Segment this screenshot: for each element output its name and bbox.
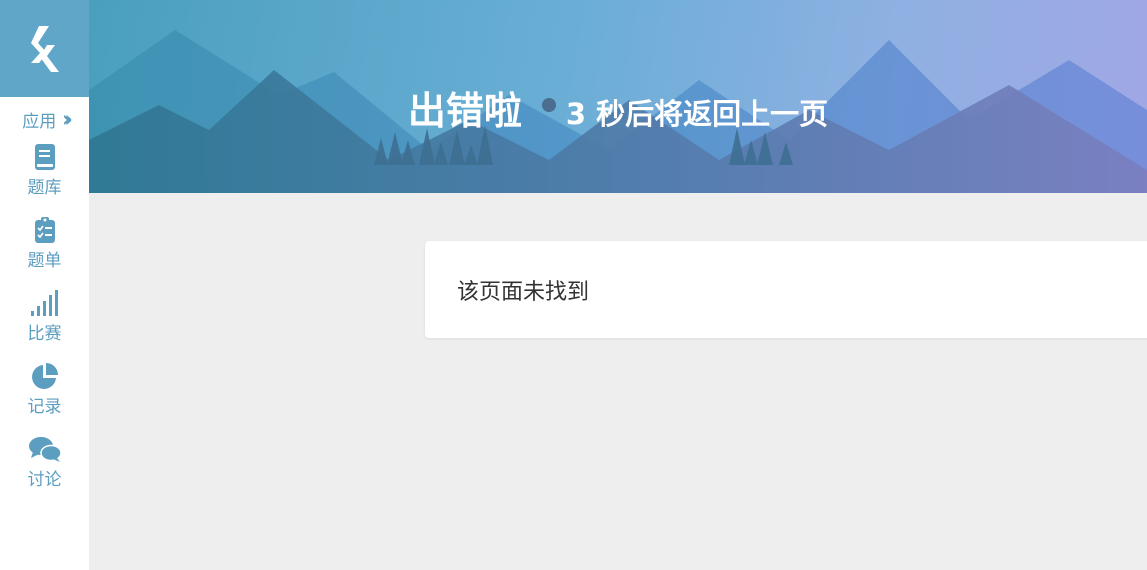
book-icon bbox=[34, 141, 56, 171]
not-found-message: 该页面未找到 bbox=[457, 279, 590, 305]
error-title: 出错啦 bbox=[407, 89, 522, 133]
apps-label: 应用 bbox=[22, 111, 57, 132]
sidebar-item-contests[interactable]: 比赛 bbox=[0, 287, 89, 360]
sidebar-item-problems[interactable]: 题库 bbox=[0, 141, 89, 214]
sidebar-item-label: 题单 bbox=[27, 251, 62, 271]
sidebar-item-label: 比赛 bbox=[27, 324, 62, 344]
apps-toggle[interactable]: 应用 ›› bbox=[0, 97, 89, 141]
sidebar-item-label: 题库 bbox=[27, 178, 62, 198]
double-chevron-right-icon: ›› bbox=[62, 105, 73, 133]
sidebar-item-label: 记录 bbox=[27, 397, 62, 417]
logo-icon bbox=[30, 25, 59, 72]
sidebar-item-label: 讨论 bbox=[27, 470, 62, 490]
sidebar-item-problem-lists[interactable]: 题单 bbox=[0, 214, 89, 287]
sidebar: 应用 ›› 题库 题单 比赛 记录 讨论 bbox=[0, 0, 89, 570]
clipboard-list-icon bbox=[34, 214, 56, 244]
site-logo[interactable] bbox=[0, 0, 89, 97]
redirect-countdown: 3 秒后将返回上一页 bbox=[565, 97, 829, 131]
error-banner: 出错啦 3 秒后将返回上一页 bbox=[89, 0, 1147, 193]
signal-bars-icon bbox=[30, 287, 60, 317]
sidebar-item-discussions[interactable]: 讨论 bbox=[0, 433, 89, 506]
error-message-card: 该页面未找到 bbox=[425, 241, 1147, 338]
sidebar-item-records[interactable]: 记录 bbox=[0, 360, 89, 433]
chat-bubbles-icon bbox=[28, 433, 62, 463]
pie-chart-icon bbox=[31, 360, 59, 390]
banner-text: 出错啦 3 秒后将返回上一页 bbox=[89, 80, 1147, 135]
